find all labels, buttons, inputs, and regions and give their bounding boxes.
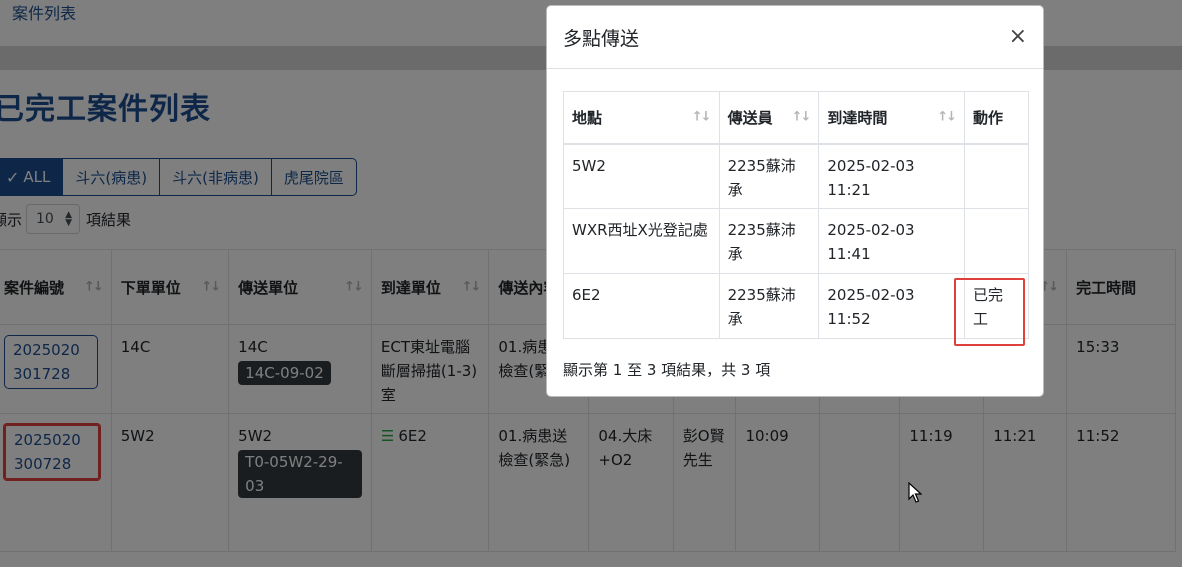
col-location[interactable]: 地點 ↑↓	[563, 91, 720, 145]
mouse-cursor-icon	[908, 482, 922, 503]
courier-cell: 2235蘇沛承	[718, 273, 820, 339]
close-icon[interactable]: ×	[1009, 26, 1027, 48]
location-cell: 5W2	[563, 143, 720, 209]
col-action: 動作	[964, 91, 1029, 145]
courier-cell: 2235蘇沛承	[718, 143, 820, 209]
modal-header: 多點傳送 ×	[547, 6, 1043, 69]
sort-icon: ↑↓	[791, 109, 812, 125]
table-row: WXR西址X光登記處 2235蘇沛承 2025-02-03 11:41	[563, 208, 1029, 274]
action-cell	[964, 143, 1029, 209]
arrival-time-cell: 2025-02-03 11:52	[818, 273, 966, 339]
sort-icon: ↑↓	[691, 109, 712, 125]
action-cell	[964, 208, 1029, 274]
arrival-time-cell: 2025-02-03 11:41	[818, 208, 966, 274]
location-cell: WXR西址X光登記處	[563, 208, 720, 274]
sort-icon: ↑↓	[937, 109, 957, 125]
courier-cell: 2235蘇沛承	[718, 208, 820, 274]
table-row: 5W2 2235蘇沛承 2025-02-03 11:21	[563, 143, 1029, 209]
arrival-time-cell: 2025-02-03 11:21	[818, 143, 966, 209]
table-header-row: 地點 ↑↓ 傳送員 ↑↓ 到達時間 ↑↓ 動作	[563, 91, 1029, 145]
col-courier[interactable]: 傳送員 ↑↓	[718, 91, 820, 145]
col-arrival-time[interactable]: 到達時間 ↑↓	[818, 91, 966, 145]
modal-title: 多點傳送	[563, 27, 640, 50]
table-info: 顯示第 1 至 3 項結果，共 3 項	[563, 361, 771, 379]
highlight-box	[954, 278, 1025, 346]
location-cell: 6E2	[563, 273, 720, 339]
